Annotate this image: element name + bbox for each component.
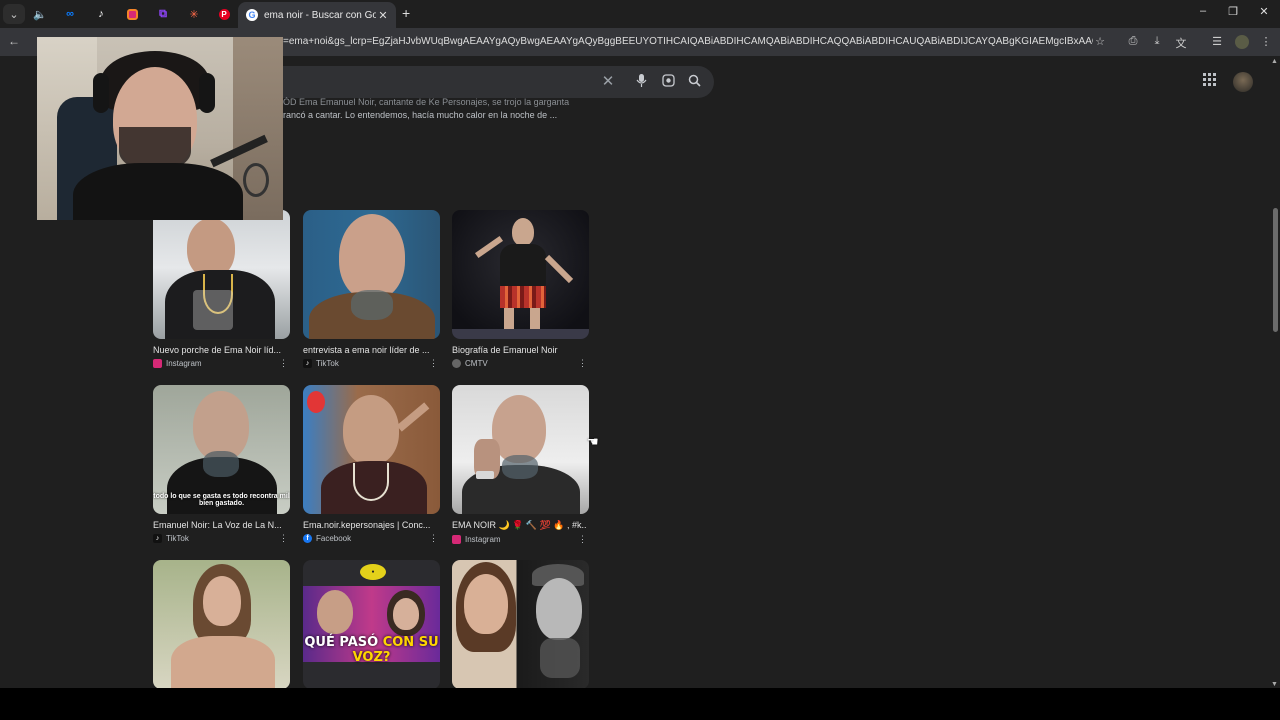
image-result[interactable]: Ema.noir.kepersonajes | Conc... f Facebo… xyxy=(303,385,440,543)
bottom-strip xyxy=(0,688,1280,720)
image-caption[interactable]: EMA NOIR 🌙 🌹 🔨 💯 🔥 , #k... xyxy=(452,520,586,531)
more-options-icon[interactable]: ⋮ xyxy=(429,358,438,369)
image-source[interactable]: CMTV ⋮ xyxy=(452,358,589,369)
image-result[interactable] xyxy=(452,560,589,688)
more-options-icon[interactable]: ⋮ xyxy=(578,534,587,545)
source-name: TikTok xyxy=(166,534,189,543)
tab-search-dropdown-icon[interactable]: ⌄ xyxy=(3,4,25,24)
mouse-cursor-icon: ☚ xyxy=(587,434,599,449)
source-name: Instagram xyxy=(465,535,501,544)
microphone-icon[interactable] xyxy=(633,74,649,90)
image-thumbnail[interactable] xyxy=(452,210,589,339)
tab-bar: ⌄ 🔈 ∞ ♪ ⧉ ✳ P G ema noir - Buscar con Go… xyxy=(0,0,1280,28)
google-favicon-icon: G xyxy=(246,9,258,21)
snippet-line-top: ÓD Ema Emanuel Noir, cantante de Ke Pers… xyxy=(283,97,570,107)
image-source[interactable]: ♪ TikTok ⋮ xyxy=(153,533,290,544)
image-result[interactable]: EMA NOIR 🌙 🌹 🔨 💯 🔥 , #k... Instagram ⋮ xyxy=(452,385,589,544)
instagram-favicon-icon xyxy=(452,535,461,544)
search-box[interactable]: ✕ xyxy=(270,66,714,98)
bookmark-star-icon[interactable]: ☆ xyxy=(1093,35,1107,48)
download-icon[interactable]: ⤓ xyxy=(1150,35,1164,48)
webcam-overlay xyxy=(37,37,283,220)
more-options-icon[interactable]: ⋮ xyxy=(578,358,587,369)
image-thumbnail[interactable] xyxy=(452,385,589,514)
image-caption[interactable]: entrevista a ema noir líder de ... xyxy=(303,345,437,355)
speaker-icon[interactable]: 🔈 xyxy=(29,4,51,24)
close-window-icon[interactable]: ✕ xyxy=(1257,5,1271,18)
scrollbar-thumb[interactable] xyxy=(1273,208,1278,332)
image-result[interactable]: Biografía de Emanuel Noir CMTV ⋮ xyxy=(452,210,589,368)
thumbnail-headline: QUÉ PASÓ CON SU VOZ? xyxy=(304,635,439,665)
meta-icon[interactable]: ∞ xyxy=(59,4,81,24)
cmtv-favicon-icon xyxy=(452,359,461,368)
instagram-icon[interactable] xyxy=(121,4,143,24)
new-tab-button[interactable]: + xyxy=(402,5,410,21)
more-options-icon[interactable]: ⋮ xyxy=(429,533,438,544)
image-overlay-text: todo lo que se gasta es todo recontra mi… xyxy=(153,493,290,507)
image-source[interactable]: ♪ TikTok ⋮ xyxy=(303,358,440,369)
image-thumbnail[interactable]: todo lo que se gasta es todo recontra mi… xyxy=(153,385,290,514)
facebook-favicon-icon: f xyxy=(303,534,312,543)
source-name: Facebook xyxy=(316,534,352,543)
image-thumbnail[interactable] xyxy=(153,560,290,688)
account-avatar[interactable] xyxy=(1233,72,1253,92)
scroll-down-icon[interactable]: ▼ xyxy=(1271,681,1278,688)
pinterest-icon[interactable]: P xyxy=(213,4,235,24)
translate-icon[interactable]: 文 xyxy=(1174,35,1188,51)
tab-title: ema noir - Buscar con Google xyxy=(264,9,376,21)
image-source[interactable]: f Facebook ⋮ xyxy=(303,533,440,544)
tiktok-icon[interactable]: ♪ xyxy=(90,4,112,24)
reading-list-icon[interactable]: ☰ xyxy=(1210,35,1224,48)
image-thumbnail[interactable] xyxy=(153,210,290,339)
tiktok-favicon-icon: ♪ xyxy=(153,534,162,543)
snippet-line-bottom: rancó a cantar. Lo entendemos, hacía muc… xyxy=(283,110,558,120)
asterisk-icon[interactable]: ✳ xyxy=(183,4,205,24)
url-field[interactable]: =ema+noi&gs_lcrp=EgZjaHJvbWUqBwgAEAAYgAQ… xyxy=(283,36,1093,47)
back-arrow-icon[interactable]: ← xyxy=(8,34,20,48)
source-name: TikTok xyxy=(316,359,339,368)
scroll-up-icon[interactable]: ▲ xyxy=(1271,58,1278,65)
search-icon[interactable] xyxy=(686,74,702,90)
profile-avatar-icon[interactable] xyxy=(1235,35,1249,49)
image-source[interactable]: Instagram ⋮ xyxy=(452,534,589,545)
minimize-icon[interactable]: – xyxy=(1196,5,1210,17)
instagram-favicon-icon xyxy=(153,359,162,368)
page-scrollbar[interactable]: ▲ ▼ xyxy=(1270,56,1280,688)
more-options-icon[interactable]: ⋮ xyxy=(279,358,288,369)
image-caption[interactable]: Emanuel Noir: La Voz de La N... xyxy=(153,520,287,530)
image-thumbnail[interactable] xyxy=(303,210,440,339)
video-badge-icon: ● xyxy=(360,564,386,580)
image-caption[interactable]: Nuevo porche de Ema Noir líd... xyxy=(153,345,287,355)
tab-active[interactable]: G ema noir - Buscar con Google ✕ xyxy=(238,2,396,28)
image-caption[interactable]: Ema.noir.kepersonajes | Conc... xyxy=(303,520,437,530)
image-source[interactable]: Instagram ⋮ xyxy=(153,358,290,369)
restore-icon[interactable]: ❐ xyxy=(1226,5,1240,18)
source-name: Instagram xyxy=(166,359,202,368)
image-thumbnail[interactable] xyxy=(452,560,589,688)
google-lens-icon[interactable] xyxy=(660,74,676,90)
image-result[interactable]: todo lo que se gasta es todo recontra mi… xyxy=(153,385,290,543)
twitch-icon[interactable]: ⧉ xyxy=(152,4,174,24)
more-options-icon[interactable]: ⋮ xyxy=(279,533,288,544)
clear-search-icon[interactable]: ✕ xyxy=(600,72,616,90)
tab-close-icon[interactable]: ✕ xyxy=(376,9,390,22)
image-result[interactable]: entrevista a ema noir líder de ... ♪ Tik… xyxy=(303,210,440,368)
source-name: CMTV xyxy=(465,359,488,368)
image-result[interactable] xyxy=(153,560,290,688)
tiktok-favicon-icon: ♪ xyxy=(303,359,312,368)
google-apps-grid-icon[interactable] xyxy=(1203,73,1216,90)
menu-kebab-icon[interactable]: ⋮ xyxy=(1259,35,1273,48)
image-thumbnail[interactable]: ● QUÉ PASÓ CON SU VOZ? xyxy=(303,560,440,688)
image-result[interactable]: Nuevo porche de Ema Noir líd... Instagra… xyxy=(153,210,290,368)
image-caption[interactable]: Biografía de Emanuel Noir xyxy=(452,345,586,355)
image-result[interactable]: ● QUÉ PASÓ CON SU VOZ? xyxy=(303,560,440,688)
result-snippet: ÓD Ema Emanuel Noir, cantante de Ke Pers… xyxy=(283,97,603,123)
printer-icon[interactable]: ⎙ xyxy=(1126,35,1140,48)
image-thumbnail[interactable] xyxy=(303,385,440,514)
